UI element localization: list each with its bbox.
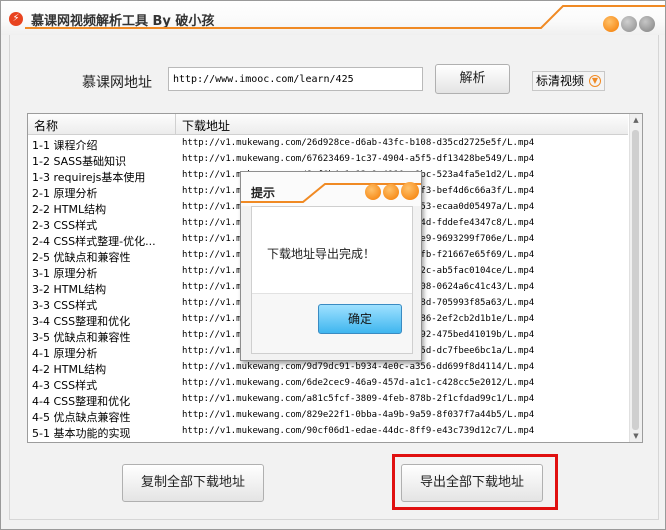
list-item-name: 2-4 CSS样式整理-优化... xyxy=(32,235,156,248)
list-item[interactable]: 1-1 课程介绍 http://v1.mukewang.com/26d928ce-… xyxy=(28,136,628,152)
list-item-url: http://v1.mukewang.com/26d928ce-d6ab-43f… xyxy=(182,138,535,148)
list-item-name: 3-4 CSS整理和优化 xyxy=(32,315,131,328)
list-item-url: http://v1.mukewang.com/a81c5fcf-3809-4fe… xyxy=(182,394,535,404)
minimize-button[interactable] xyxy=(603,16,619,32)
list-item-url: http://v1.mukewang.com/6de2cec9-46a9-457… xyxy=(182,378,535,388)
list-item-name: 4-3 CSS样式 xyxy=(32,379,98,392)
list-item-name: 3-1 原理分析 xyxy=(32,267,98,280)
quality-select[interactable]: 标清视频 ▼ xyxy=(532,71,605,91)
list-item[interactable]: 4-5 优点缺点兼容性 http://v1.mukewang.com/829e22… xyxy=(28,408,628,424)
list-item-name: 3-3 CSS样式 xyxy=(32,299,98,312)
list-header: 名称 下载地址 xyxy=(28,114,628,135)
highlight-box xyxy=(392,454,558,510)
dialog-close-button[interactable] xyxy=(401,182,419,200)
list-item-url: http://v1.mukewang.com/9d79dc91-b934-4e0… xyxy=(182,362,535,372)
scroll-thumb[interactable] xyxy=(632,130,639,430)
list-item-name: 4-1 原理分析 xyxy=(32,347,98,360)
list-item[interactable]: 4-4 CSS整理和优化 http://v1.mukewang.com/a81c5… xyxy=(28,392,628,408)
list-item-name: 4-4 CSS整理和优化 xyxy=(32,395,131,408)
title-bar[interactable]: ⚡ 慕课网视频解析工具 By 破小孩 xyxy=(1,1,665,35)
title-decoration xyxy=(25,5,665,29)
list-item-name: 2-3 CSS样式 xyxy=(32,219,98,232)
list-item[interactable]: 4-2 HTML结构 http://v1.mukewang.com/9d79dc9… xyxy=(28,360,628,376)
list-item-name: 4-2 HTML结构 xyxy=(32,363,107,376)
list-item[interactable]: 5-1 基本功能的实现 http://v1.mukewang.com/90cf06… xyxy=(28,424,628,440)
scroll-down-icon[interactable]: ▼ xyxy=(632,432,640,440)
url-label: 慕课网地址 xyxy=(82,75,152,91)
list-item-name: 2-5 优缺点和兼容性 xyxy=(32,251,131,264)
list-item-name: 5-1 基本功能的实现 xyxy=(32,427,131,440)
parse-button[interactable]: 解析 xyxy=(435,64,510,94)
dialog-title-bar[interactable]: 提示 xyxy=(241,172,421,206)
chevron-down-icon: ▼ xyxy=(589,75,601,87)
list-item-name: 1-1 课程介绍 xyxy=(32,139,98,152)
list-item-name: 1-3 requirejs基本使用 xyxy=(32,171,146,184)
copy-all-button[interactable]: 复制全部下载地址 xyxy=(122,464,264,502)
list-item[interactable]: 4-3 CSS样式 http://v1.mukewang.com/6de2cec9… xyxy=(28,376,628,392)
list-item-url: http://v1.mukewang.com/67623469-1c37-490… xyxy=(182,154,535,164)
dialog-message-area: 下载地址导出完成！ xyxy=(252,207,412,294)
maximize-button[interactable] xyxy=(621,16,637,32)
quality-select-label: 标清视频 xyxy=(536,74,585,88)
dialog-maximize-button[interactable] xyxy=(383,184,399,200)
scrollbar[interactable]: ▲ ▼ xyxy=(629,114,642,442)
dialog-message: 下载地址导出完成！ xyxy=(267,247,376,261)
list-item-name: 2-2 HTML结构 xyxy=(32,203,107,216)
header-name[interactable]: 名称 xyxy=(34,117,58,134)
close-button[interactable] xyxy=(639,16,655,32)
list-item[interactable]: 1-2 SASS基础知识 http://v1.mukewang.com/67623… xyxy=(28,152,628,168)
list-item-name: 3-5 优缺点和兼容性 xyxy=(32,331,131,344)
list-item-url: http://v1.mukewang.com/90cf06d1-edae-44d… xyxy=(182,426,535,436)
list-item-name: 3-2 HTML结构 xyxy=(32,283,107,296)
ok-button[interactable]: 确定 xyxy=(318,304,402,334)
url-input[interactable]: http://www.imooc.com/learn/425 xyxy=(168,67,423,91)
header-url[interactable]: 下载地址 xyxy=(182,117,230,134)
dialog-minimize-button[interactable] xyxy=(365,184,381,200)
list-item-name: 4-5 优点缺点兼容性 xyxy=(32,411,131,424)
list-item-name: 2-1 原理分析 xyxy=(32,187,98,200)
list-item-name: 1-2 SASS基础知识 xyxy=(32,155,127,168)
list-item-url: http://v1.mukewang.com/829e22f1-0bba-4a9… xyxy=(182,410,535,420)
scroll-up-icon[interactable]: ▲ xyxy=(632,116,640,124)
header-divider[interactable] xyxy=(175,114,176,134)
